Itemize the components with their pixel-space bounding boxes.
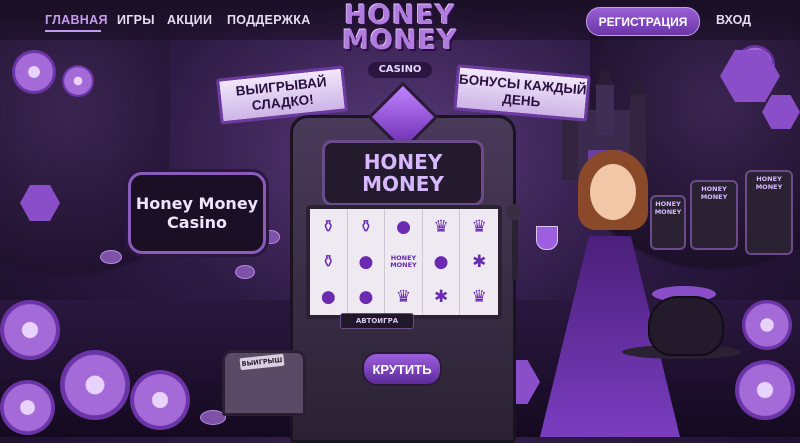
login-link[interactable]: ВХОД [716, 13, 751, 27]
slot-lever-knob[interactable] [506, 204, 522, 220]
coin-icon: ● [310, 279, 348, 315]
side-slot-machine: HONEY MONEY [745, 170, 793, 255]
site-logo[interactable]: HONEY MONEY [335, 2, 465, 56]
flower-decoration [62, 65, 94, 97]
flower-decoration [735, 360, 795, 420]
spin-button[interactable]: КРУТИТЬ [362, 352, 442, 386]
coin-decoration [235, 265, 255, 279]
cauldron-icon [648, 296, 724, 356]
crown-icon: ♛ [423, 209, 461, 245]
nav-item-support[interactable]: ПОДДЕРЖКА [227, 13, 311, 27]
nav-active-underline [45, 30, 101, 32]
register-button[interactable]: РЕГИСТРАЦИЯ [586, 7, 700, 36]
coin-icon: ● [348, 279, 386, 315]
hostess-face [590, 164, 636, 220]
logo-line-2: MONEY [342, 25, 458, 56]
logo-subtitle: CASINO [368, 62, 432, 78]
flower-decoration [12, 50, 56, 94]
bee-icon: ✱ [423, 279, 461, 315]
flower-decoration [0, 380, 55, 435]
coin-decoration [100, 250, 122, 264]
flower-decoration [0, 300, 60, 360]
coin-icon: ● [348, 244, 386, 280]
coin-icon: ● [423, 244, 461, 280]
slot-machine-title: HONEY MONEY [322, 140, 484, 206]
honey-pot-icon: ⚱ [310, 209, 348, 245]
casino-sign: Honey Money Casino [128, 172, 266, 254]
coin-icon: ● [385, 209, 423, 245]
crown-icon: ♛ [471, 216, 487, 237]
flower-decoration [130, 370, 190, 430]
wine-glass-icon [536, 226, 558, 250]
flower-decoration [742, 300, 792, 350]
nav-item-promotions[interactable]: АКЦИИ [167, 13, 212, 27]
side-slot-machine: HONEY MONEY [650, 195, 686, 250]
honey-pot-icon: ⚱ [310, 244, 348, 280]
nav-item-home[interactable]: ГЛАВНАЯ [45, 13, 108, 27]
honey-money-logo-symbol: HONEY MONEY [385, 244, 423, 280]
nav-item-games[interactable]: ИГРЫ [117, 13, 155, 27]
side-slot-machine: HONEY MONEY [690, 180, 738, 250]
flower-decoration [60, 350, 130, 420]
bee-icon: ✱ [472, 251, 487, 272]
crown-icon: ♛ [471, 287, 487, 308]
slot-lever[interactable] [512, 210, 518, 280]
honey-pot-icon: ⚱ [348, 209, 386, 245]
slot-reels: ⚱ ⚱ ● ♛ ♛ ⚱ ● HONEY MONEY ● ✱ ● ● ♛ ✱ ♛ [306, 205, 502, 319]
autoplay-button[interactable]: АВТОИГРА [340, 313, 414, 329]
crown-icon: ♛ [385, 279, 423, 315]
